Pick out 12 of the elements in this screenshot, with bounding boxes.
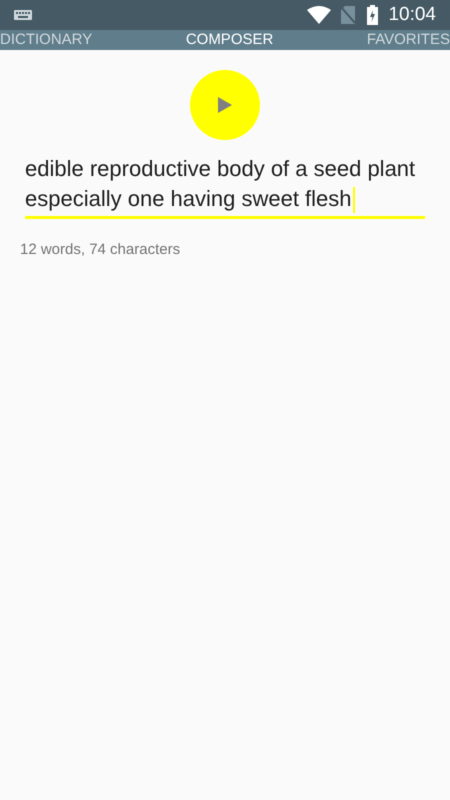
clock-time: 10:04 xyxy=(388,2,436,27)
wifi-icon xyxy=(307,6,332,24)
tab[interactable]: DICTIONARY xyxy=(0,30,92,50)
play-icon xyxy=(218,97,232,113)
battery-icon xyxy=(367,5,378,25)
word-count: 12 words, 74 characters xyxy=(19,240,182,260)
tab[interactable]: FAVORITES xyxy=(366,30,450,50)
tab[interactable]: COMPOSER xyxy=(186,30,274,50)
keyboard-icon xyxy=(14,10,32,20)
no-sim-icon xyxy=(341,6,356,24)
text-cursor xyxy=(352,187,355,214)
input-field[interactable]: edible reproductive body of a seed plant especially one having sweet flesh xyxy=(25,154,425,219)
